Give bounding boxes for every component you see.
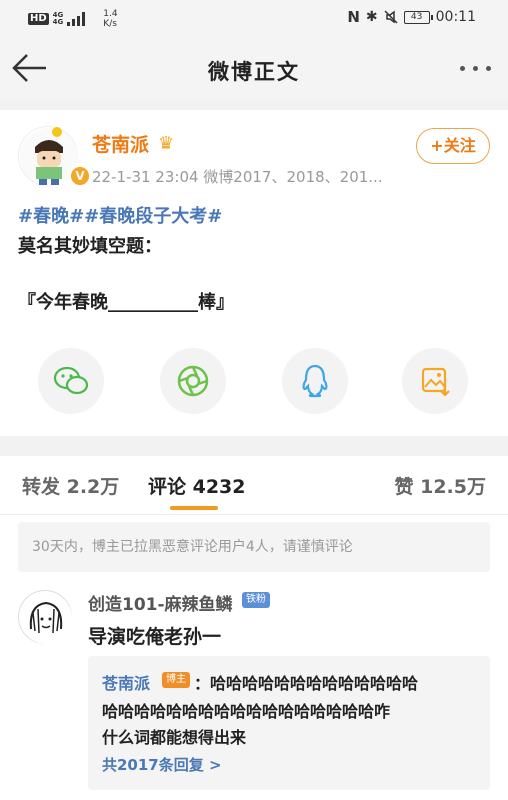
share-wechat-button[interactable] [38,348,104,414]
nav-bar: 微博正文 [0,36,508,100]
post-meta: 22-1-31 23:04 微博2017、2018、201... [92,168,383,186]
signal-icon [67,12,86,26]
reply-text-line: 什么词都能想得出来 [102,728,247,747]
post-text-line: 『今年春晚__________棒』 [18,292,234,313]
save-image-icon [421,367,450,397]
commenter-avatar[interactable] [18,590,72,644]
active-tab-indicator [170,506,218,510]
network-indicator: 4G 4G [52,11,64,26]
more-dot-icon [459,65,465,71]
separator [0,436,508,456]
battery-icon: 43 [403,10,433,24]
reply-text-line: 哈哈哈哈哈哈哈哈哈哈哈哈哈哈哈哈哈咋 [102,702,391,721]
author-name[interactable]: 苍南派 [92,130,149,157]
commenter-name[interactable]: 创造101-麻辣鱼鳞 [88,590,233,615]
more-button[interactable] [456,56,494,80]
net-speed: 1.4 K/s [103,9,118,29]
bluetooth-icon: ✱ [365,9,378,25]
post-hashtags[interactable]: #春晚##春晚段子大考# [18,202,222,228]
follow-button[interactable]: +关注 [416,128,490,164]
more-dot-icon [485,65,491,71]
post-tabs: 转发 2.2万 评论 4232 赞 12.5万 [0,456,508,514]
mute-icon [384,10,398,24]
tab-comments[interactable]: 评论 4232 [148,472,246,499]
reply-text-line: ：哈哈哈哈哈哈哈哈哈哈哈哈哈 [194,674,419,693]
comment-text: 导演吃俺老孙一 [88,626,222,648]
clock: 00:11 [435,9,476,25]
post-text-line: 莫名其妙填空题： [18,236,162,257]
qq-icon [302,364,328,398]
hd-indicator: HD [28,13,49,25]
separator [0,100,508,110]
status-bar: HD 4G 4G 1.4 K/s N ✱ 43 00:11 [0,0,508,36]
reply-author[interactable]: 苍南派 [102,670,150,694]
status-left: HD 4G 4G 1.4 K/s [28,9,118,29]
tab-repost[interactable]: 转发 2.2万 [22,472,119,499]
page-title: 微博正文 [208,60,300,84]
host-badge: 博主 [162,672,190,688]
reply-preview[interactable]: 苍南派 博主 ：哈哈哈哈哈哈哈哈哈哈哈哈哈 哈哈哈哈哈哈哈哈哈哈哈哈哈哈哈哈哈咋… [88,656,490,790]
divider [0,514,508,515]
verified-badge-icon: V [69,165,91,187]
comment-notice: 30天内，博主已拉黑恶意评论用户4人，请谨慎评论 [18,522,490,572]
share-qq-button[interactable] [282,348,348,414]
avatar-image [20,592,72,644]
tab-likes[interactable]: 赞 12.5万 [395,472,487,499]
more-dot-icon [472,65,478,71]
author-avatar[interactable]: V [18,126,91,187]
crown-icon: ♛ [158,133,175,154]
save-image-button[interactable] [402,348,468,414]
fan-badge: 铁粉 [242,592,270,608]
share-moments-button[interactable] [160,348,226,414]
moments-icon [177,365,209,397]
wechat-icon [53,366,89,395]
nfc-icon: N [347,8,360,26]
view-replies-link[interactable]: 共2017条回复 > [102,754,222,775]
status-right: N ✱ 43 00:11 [347,8,476,26]
